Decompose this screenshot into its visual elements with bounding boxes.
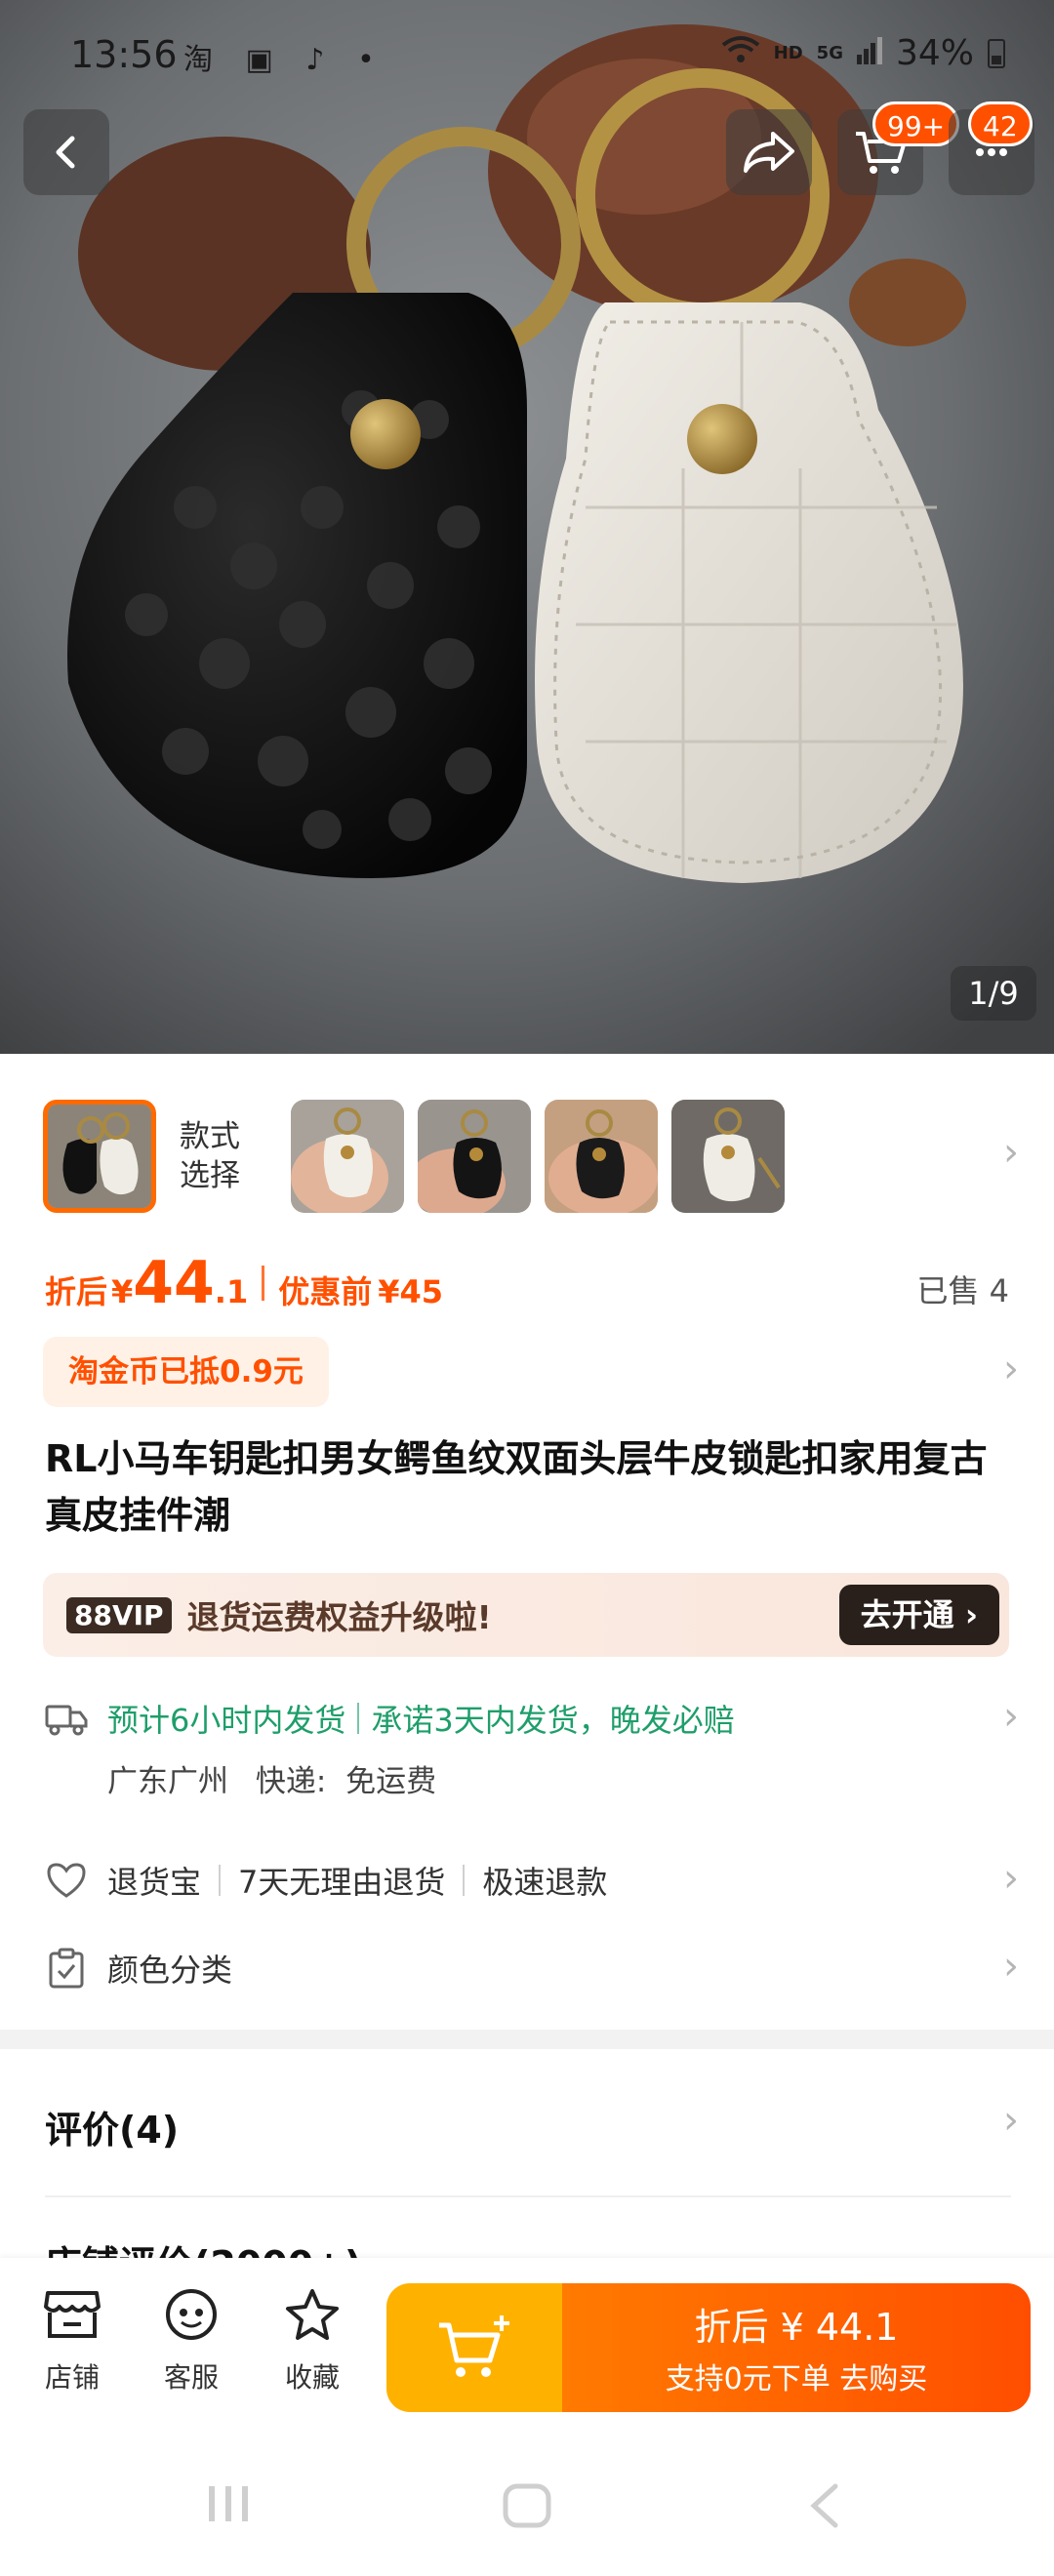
add-to-cart-button[interactable] <box>386 2283 562 2412</box>
price-line: 折后 ¥ 44 .1 优惠前 ¥45 <box>45 1249 443 1317</box>
store-label: 店铺 <box>44 2361 100 2394</box>
before-discount-price: ¥45 <box>378 1273 444 1310</box>
buy-now-price: 折后 ¥ 44.1 <box>694 2306 899 2349</box>
product-image-gallery[interactable]: 13:56 淘 ▣ ♪ • HD 5G 34% 99+ 42 1/9 <box>0 0 1054 1054</box>
price-integer: 44 <box>133 1249 215 1317</box>
service-7day-return: 7天无理由退货 <box>238 1864 446 1901</box>
image-pager-indicator: 1/9 <box>951 966 1036 1021</box>
style-thumb-5[interactable] <box>671 1100 785 1213</box>
customer-service-label: 客服 <box>163 2361 219 2394</box>
price-divider <box>262 1266 265 1301</box>
vip-banner[interactable]: 88VIP 退货运费权益升级啦! 去开通 › <box>43 1573 1009 1657</box>
service-return-insurance: 退货宝 <box>107 1864 202 1901</box>
reviews-chevron-icon[interactable]: › <box>1003 2098 1019 2143</box>
shipping-divider <box>357 1703 360 1734</box>
service-divider-1 <box>219 1865 222 1896</box>
style-thumb-4[interactable] <box>545 1100 658 1213</box>
share-button[interactable] <box>726 109 812 195</box>
share-icon <box>744 132 794 173</box>
after-discount-label: 折后 <box>45 1273 108 1310</box>
color-category-label: 颜色分类 <box>107 1952 233 1989</box>
shipping-row[interactable]: 预计6小时内发货 承诺3天内发货，晚发必赔 <box>45 1696 1011 1741</box>
store-icon <box>44 2291 101 2338</box>
signal-icon <box>856 33 882 73</box>
reviews-section <box>0 2049 1054 2264</box>
more-button[interactable]: 42 <box>949 101 1034 195</box>
message-count-badge: 42 <box>968 101 1033 146</box>
signal-5g-label: 5G <box>816 43 843 63</box>
shipping-chevron-icon[interactable]: › <box>1003 1694 1019 1739</box>
back-button[interactable] <box>23 109 109 195</box>
service-divider-2 <box>463 1865 466 1896</box>
buy-now-subtext: 支持0元下单 去购买 <box>665 2362 928 2396</box>
star-icon <box>286 2289 339 2340</box>
truck-icon <box>45 1697 88 1740</box>
reviews-header[interactable]: 评价(4) <box>45 2100 179 2153</box>
vip-activate-button[interactable]: 去开通 › <box>838 1585 999 1645</box>
cart-button[interactable]: 99+ <box>837 101 960 195</box>
store-button[interactable]: 店铺 <box>23 2287 121 2395</box>
status-time: 13:56 <box>70 33 178 76</box>
add-cart-icon <box>439 2315 509 2377</box>
service-chat-icon <box>166 2289 217 2340</box>
taojinbi-discount-badge[interactable]: 淘金币已抵0.9元 <box>43 1337 329 1407</box>
price-decimal: .1 <box>214 1273 249 1310</box>
sold-count: 已售 4 <box>916 1272 1009 1309</box>
style-thumb-3[interactable] <box>418 1100 531 1213</box>
service-row[interactable]: 退货宝 7天无理由退货 极速退款 <box>45 1858 1011 1903</box>
vip-activate-label: 去开通 <box>860 1596 954 1633</box>
before-discount-label: 优惠前 <box>278 1273 373 1310</box>
battery-percent: 34% <box>895 33 974 73</box>
coin-chevron-icon[interactable]: › <box>1003 1347 1019 1391</box>
vip-banner-text: 退货运费权益升级啦! <box>186 1598 492 1636</box>
style-thumb-1[interactable] <box>43 1100 156 1213</box>
buy-button-group: 折后 ¥ 44.1 支持0元下单 去购买 <box>386 2283 1031 2412</box>
status-app-icons: 淘 ▣ ♪ • <box>183 43 386 77</box>
color-category-row[interactable]: 颜色分类 <box>45 1946 1011 1991</box>
product-title: RL小马车钥匙扣男女鳄鱼纹双面头层牛皮锁匙扣家用复古真皮挂件潮 <box>45 1437 988 1537</box>
battery-icon <box>988 38 1005 68</box>
clipboard-check-icon <box>45 1947 88 1990</box>
recent-apps-icon[interactable] <box>205 2482 252 2536</box>
currency-symbol: ¥ <box>111 1273 134 1310</box>
express-value: 免运费 <box>345 1764 437 1799</box>
favorite-button[interactable]: 收藏 <box>264 2287 361 2395</box>
status-bar: 13:56 淘 ▣ ♪ • HD 5G 34% <box>0 0 1054 107</box>
style-selector-chevron-icon[interactable]: › <box>1003 1130 1019 1175</box>
wifi-icon <box>721 33 760 73</box>
reviews-divider <box>45 2195 1011 2197</box>
style-thumb-2[interactable] <box>291 1100 404 1213</box>
back-arrow-icon <box>56 136 75 169</box>
favorite-label: 收藏 <box>284 2361 340 2394</box>
system-navigation-bar <box>0 2434 1054 2576</box>
style-selector-label: 款式选择 <box>180 1119 240 1193</box>
shipping-promise: 承诺3天内发货，晚发必赔 <box>371 1702 735 1739</box>
style-thumbnail-row[interactable]: 款式选择 <box>43 1099 785 1214</box>
heart-shield-icon <box>45 1859 88 1902</box>
shipping-eta: 预计6小时内发货 <box>107 1702 346 1739</box>
buy-now-button[interactable]: 折后 ¥ 44.1 支持0元下单 去购买 <box>562 2283 1031 2412</box>
express-label: 快递: <box>255 1764 327 1799</box>
customer-service-button[interactable]: 客服 <box>142 2287 240 2395</box>
color-category-chevron-icon[interactable]: › <box>1003 1944 1019 1989</box>
cart-count-badge: 99+ <box>872 101 960 146</box>
system-back-icon[interactable] <box>806 2482 841 2540</box>
shipping-origin-line: 广东广州 快递: 免运费 <box>107 1756 436 1800</box>
status-right-group: HD 5G 34% <box>721 33 1005 73</box>
hd-indicator: HD <box>773 43 803 63</box>
service-fast-refund: 极速退款 <box>482 1864 608 1901</box>
service-chevron-icon[interactable]: › <box>1003 1856 1019 1901</box>
vip-tag: 88VIP <box>66 1596 172 1633</box>
shipping-origin: 广东广州 <box>107 1764 228 1799</box>
home-icon[interactable] <box>502 2482 552 2540</box>
